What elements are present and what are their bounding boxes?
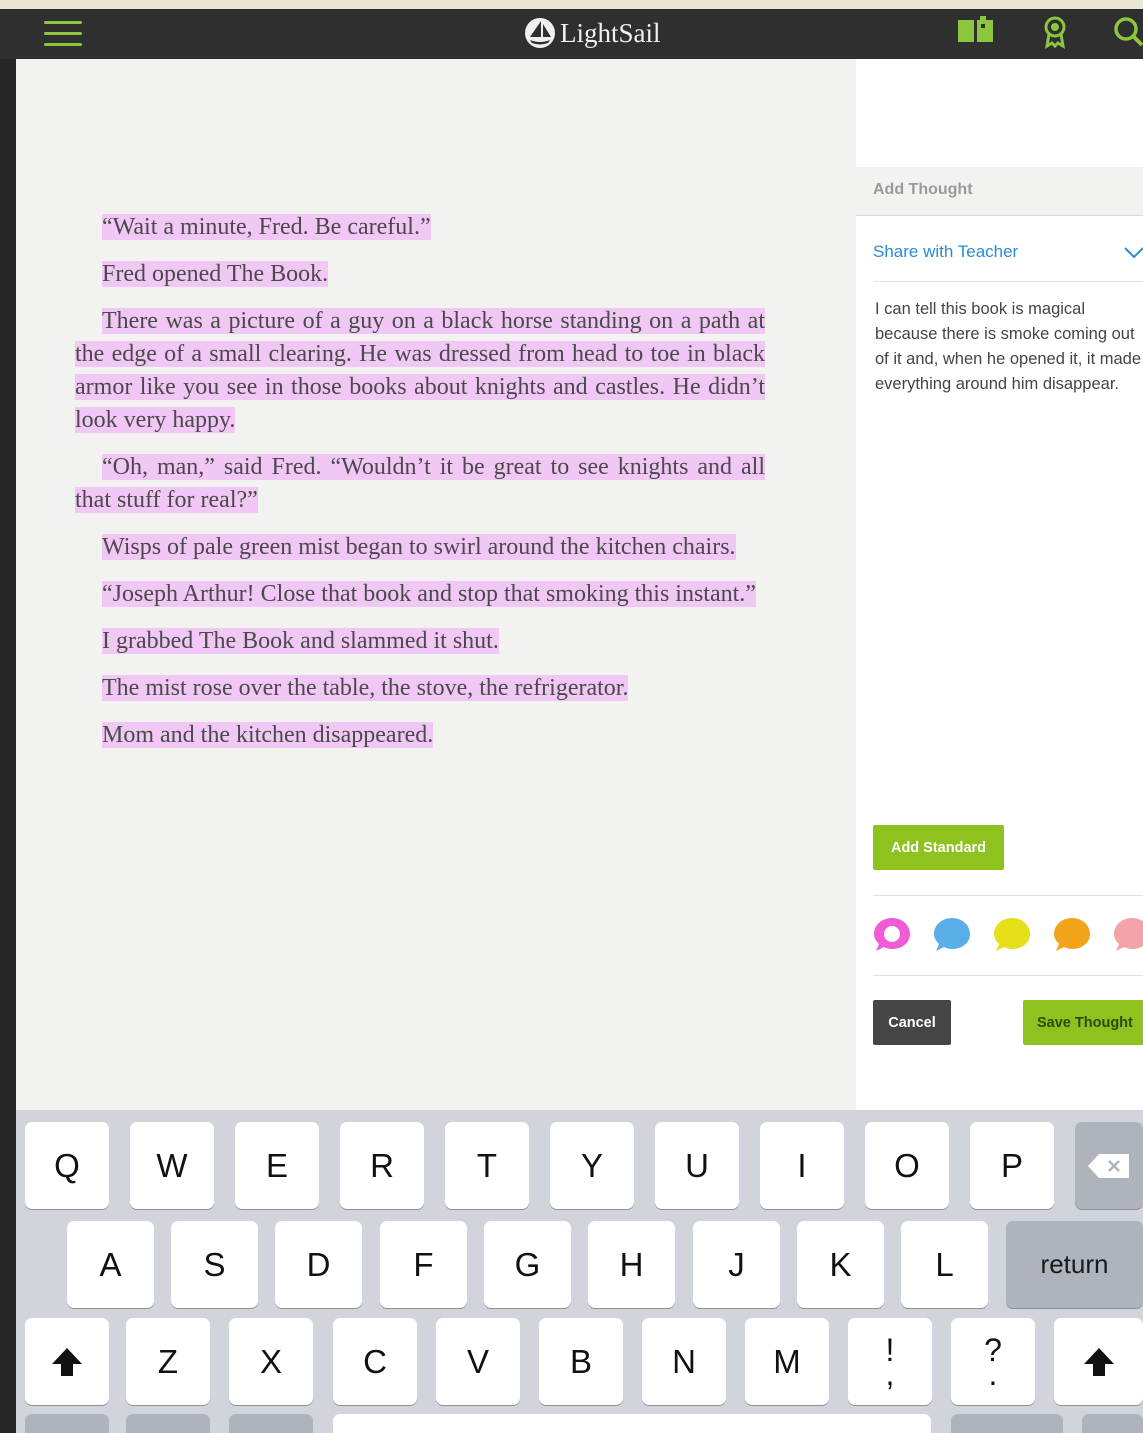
chevron-down-icon — [1124, 247, 1143, 259]
add-standard-button[interactable]: Add Standard — [873, 825, 1004, 870]
speech-bubble-color-icon[interactable] — [1052, 915, 1092, 955]
backspace-key[interactable] — [1075, 1122, 1143, 1209]
key-bottom-char: . — [988, 1355, 998, 1392]
key-e[interactable]: E — [235, 1122, 319, 1209]
cancel-button[interactable]: Cancel — [873, 1000, 951, 1045]
paragraph[interactable]: “Joseph Arthur! Close that book and stop… — [75, 578, 765, 611]
key-m[interactable]: M — [745, 1318, 829, 1405]
reader-page: “Wait a minute, Fred. Be careful.” Fred … — [16, 59, 856, 1110]
brand-name: LightSail — [560, 17, 661, 48]
share-with-teacher-dropdown[interactable]: Share with Teacher — [873, 229, 1143, 282]
key-bottom-char: , — [885, 1355, 895, 1392]
key-p[interactable]: P — [970, 1122, 1054, 1209]
key-z[interactable]: Z — [126, 1318, 210, 1405]
paragraph[interactable]: “Oh, man,” said Fred. “Wouldn’t it be gr… — [75, 451, 765, 517]
speech-bubble-color-icon[interactable] — [1112, 915, 1143, 955]
key-f[interactable]: F — [380, 1221, 467, 1308]
key-l[interactable]: L — [901, 1221, 988, 1308]
space-key[interactable] — [333, 1414, 931, 1433]
key-t[interactable]: T — [445, 1122, 529, 1209]
paragraph[interactable]: There was a picture of a guy on a black … — [75, 305, 765, 437]
speech-bubble-color-icon[interactable] — [932, 915, 972, 955]
onscreen-keyboard: Q W E R T Y U I O P A S D F G H J K L re… — [16, 1110, 1143, 1433]
key-exclamation-comma[interactable]: ! , — [848, 1318, 932, 1405]
share-label: Share with Teacher — [873, 242, 1019, 261]
key-o[interactable]: O — [865, 1122, 949, 1209]
hide-keyboard-key[interactable] — [1082, 1414, 1143, 1433]
paragraph[interactable]: Wisps of pale green mist began to swirl … — [75, 531, 765, 564]
key-h[interactable]: H — [588, 1221, 675, 1308]
panel-title: Add Thought — [873, 181, 973, 198]
key-y[interactable]: Y — [550, 1122, 634, 1209]
thought-textarea[interactable]: I can tell this book is magical because … — [875, 297, 1141, 397]
shift-icon — [52, 1347, 82, 1376]
key-x[interactable]: X — [229, 1318, 313, 1405]
speech-bubble-color-icon[interactable] — [992, 915, 1032, 955]
globe-key[interactable] — [126, 1414, 210, 1433]
key-v[interactable]: V — [436, 1318, 520, 1405]
divider — [873, 975, 1143, 976]
key-j[interactable]: J — [693, 1221, 780, 1308]
key-n[interactable]: N — [642, 1318, 726, 1405]
speech-bubble-color-icon[interactable] — [872, 915, 912, 955]
key-g[interactable]: G — [484, 1221, 571, 1308]
backspace-icon — [1088, 1153, 1129, 1178]
left-bezel — [0, 59, 16, 1433]
book-text: “Wait a minute, Fred. Be careful.” Fred … — [75, 211, 765, 766]
shift-key-left[interactable] — [25, 1318, 109, 1405]
key-c[interactable]: C — [333, 1318, 417, 1405]
panel-header: Add Thought — [856, 167, 1143, 216]
dictation-key[interactable] — [229, 1414, 313, 1433]
key-k[interactable]: K — [797, 1221, 884, 1308]
lightsail-logo-icon — [525, 18, 555, 48]
key-u[interactable]: U — [655, 1122, 739, 1209]
key-a[interactable]: A — [67, 1221, 154, 1308]
shift-icon — [1083, 1347, 1114, 1376]
award-badge-icon[interactable] — [1038, 15, 1072, 49]
paragraph[interactable]: Mom and the kitchen disappeared. — [75, 719, 765, 752]
paragraph[interactable]: The mist rose over the table, the stove,… — [75, 672, 765, 705]
key-w[interactable]: W — [130, 1122, 214, 1209]
menu-icon[interactable] — [44, 21, 82, 49]
library-book-icon[interactable] — [956, 15, 996, 49]
shift-key-right[interactable] — [1054, 1318, 1143, 1405]
key-r[interactable]: R — [340, 1122, 424, 1209]
divider — [873, 895, 1143, 896]
key-s[interactable]: S — [171, 1221, 258, 1308]
key-d[interactable]: D — [275, 1221, 362, 1308]
top-navigation-bar: LightSail — [0, 9, 1143, 59]
numbers-key-right[interactable] — [951, 1414, 1063, 1433]
key-b[interactable]: B — [539, 1318, 623, 1405]
numbers-key[interactable] — [25, 1414, 109, 1433]
paragraph[interactable]: “Wait a minute, Fred. Be careful.” — [75, 211, 765, 244]
paragraph[interactable]: I grabbed The Book and slammed it shut. — [75, 625, 765, 658]
brand: LightSail — [524, 11, 661, 55]
key-q[interactable]: Q — [25, 1122, 109, 1209]
top-strip — [0, 0, 1143, 9]
return-key[interactable]: return — [1006, 1221, 1143, 1308]
add-thought-panel: Add Thought Share with Teacher I can tel… — [856, 59, 1143, 1110]
paragraph[interactable]: Fred opened The Book. — [75, 258, 765, 291]
key-i[interactable]: I — [760, 1122, 844, 1209]
key-question-period[interactable]: ? . — [951, 1318, 1035, 1405]
search-icon[interactable] — [1110, 15, 1143, 49]
save-thought-button[interactable]: Save Thought — [1023, 1000, 1143, 1045]
